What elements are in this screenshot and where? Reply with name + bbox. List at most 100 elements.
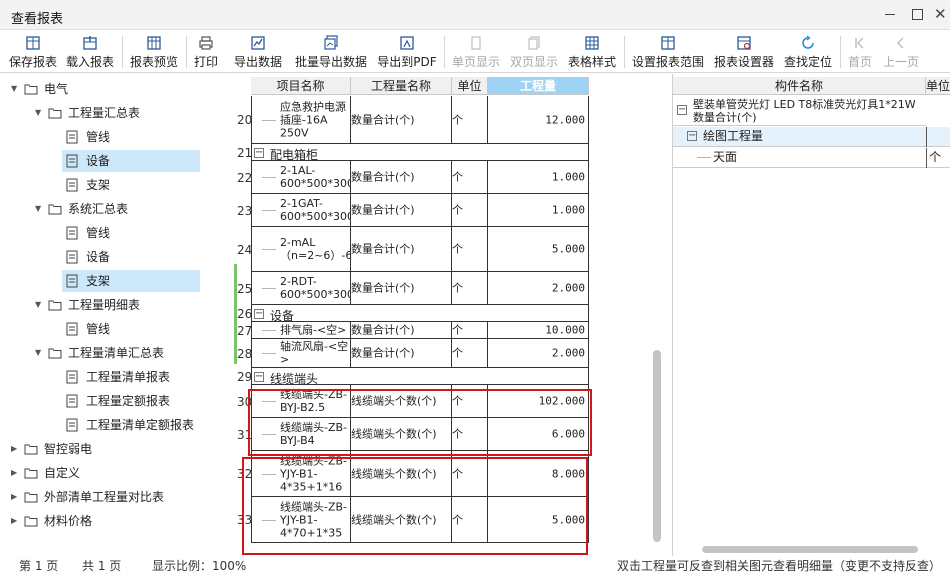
find-locate-button[interactable]: 查找定位 <box>780 31 836 73</box>
single-page-button[interactable]: 单页显示 <box>448 31 504 73</box>
print-button[interactable]: 打印 <box>190 31 222 73</box>
tree-node[interactable]: ▼ 工程量清单汇总表 <box>0 342 230 364</box>
chevron-down-icon[interactable]: ▼ <box>35 198 45 220</box>
tree-node[interactable]: 工程量清单报表 <box>0 366 230 388</box>
tree-node[interactable]: 管线 <box>0 126 230 148</box>
cell-quantity-name[interactable]: 数量合计(个) <box>351 194 452 227</box>
folder-icon <box>24 468 38 479</box>
prev-page-button[interactable]: 上一页 <box>880 31 922 73</box>
chevron-right-icon[interactable]: ▶ <box>11 510 21 532</box>
collapse-toggle-icon[interactable]: − <box>254 371 264 382</box>
grid-vertical-scrollbar[interactable] <box>653 350 661 542</box>
cell-quantity[interactable]: 5.000 <box>488 227 589 272</box>
cell-quantity[interactable]: 10.000 <box>488 322 589 339</box>
cell-item-name[interactable]: 应急救护电源插座-16A 250V <box>251 96 351 144</box>
report-range-button[interactable]: 设置报表范围 <box>628 31 708 73</box>
tree-node[interactable]: 工程量定额报表 <box>0 390 230 412</box>
tree-node[interactable]: ▶ 自定义 <box>0 462 230 484</box>
cell-unit[interactable]: 个 <box>452 272 488 305</box>
chevron-right-icon[interactable]: ▶ <box>11 486 21 508</box>
detail-horizontal-scrollbar[interactable] <box>702 546 918 553</box>
chevron-down-icon[interactable]: ▼ <box>35 342 45 364</box>
row-number: 29 <box>237 369 253 384</box>
collapse-toggle-icon[interactable]: − <box>254 308 264 319</box>
cell-quantity-name[interactable]: 数量合计(个) <box>351 339 452 368</box>
cell-quantity[interactable]: 2.000 <box>488 272 589 305</box>
cell-quantity[interactable]: 1.000 <box>488 161 589 194</box>
toolbar-separator <box>444 36 445 68</box>
cell-unit[interactable]: 个 <box>452 96 488 144</box>
batch-export-button[interactable]: 批量导出数据 <box>292 31 370 73</box>
cell-unit[interactable]: 个 <box>452 227 488 272</box>
col-header-item-name[interactable]: 项目名称 <box>251 77 351 95</box>
tree-node[interactable]: ▶ 智控弱电 <box>0 438 230 460</box>
tree-node[interactable]: 设备 <box>62 150 200 172</box>
first-page-button[interactable]: 首页 <box>844 31 876 73</box>
minimize-button[interactable] <box>882 6 898 22</box>
cell-quantity-name[interactable]: 数量合计(个) <box>351 161 452 194</box>
cell-unit[interactable]: 个 <box>452 322 488 339</box>
group-row[interactable]: − 线缆端头 <box>251 368 589 386</box>
cell-item-name[interactable]: 2-RDT-600*500*300 <box>251 272 351 305</box>
tree-node[interactable]: 管线 <box>0 222 230 244</box>
cell-quantity-name[interactable]: 数量合计(个) <box>351 272 452 305</box>
cell-item-name[interactable]: 2-1AL-600*500*300 <box>251 161 351 194</box>
group-row[interactable]: − 设备 <box>251 305 589 323</box>
tree-node[interactable]: 支架 <box>0 174 230 196</box>
report-designer-button[interactable]: 报表设置器 <box>710 31 778 73</box>
chevron-down-icon[interactable]: ▼ <box>35 102 45 124</box>
col-header-detail-unit[interactable]: 单位 <box>926 77 950 95</box>
detail-row[interactable]: − 绘图工程量 <box>673 127 950 147</box>
group-row[interactable]: − 配电箱柜 <box>251 144 589 162</box>
tree-node[interactable]: ▼ 系统汇总表 <box>0 198 230 220</box>
cell-unit[interactable]: 个 <box>452 339 488 368</box>
double-page-button[interactable]: 双页显示 <box>506 31 562 73</box>
cell-unit[interactable]: 个 <box>452 194 488 227</box>
close-button[interactable]: ✕ <box>934 6 950 22</box>
zoom-level-text: 显示比例：100% <box>152 559 247 572</box>
cell-item-name[interactable]: 2-mAL（n=2~6）-600*500*300 <box>251 227 351 272</box>
detail-row[interactable]: − 壁装单管荧光灯 LED T8标准荧光灯具1*21W 数量合计(个) <box>673 96 926 126</box>
cell-item-name[interactable]: 排气扇-<空> <box>251 322 351 339</box>
tree-node[interactable]: 管线 <box>0 318 230 340</box>
cell-quantity[interactable]: 2.000 <box>488 339 589 368</box>
cell-quantity-name[interactable]: 数量合计(个) <box>351 322 452 339</box>
chevron-down-icon[interactable]: ▼ <box>11 78 21 100</box>
folder-icon <box>24 84 38 95</box>
table-style-button[interactable]: 表格样式 <box>564 31 620 73</box>
cell-item-name[interactable]: 轴流风扇-<空> <box>251 339 351 368</box>
row-number: 24 <box>237 242 253 257</box>
col-header-component-name[interactable]: 构件名称 <box>673 77 926 95</box>
collapse-toggle-icon[interactable]: − <box>677 105 687 115</box>
collapse-toggle-icon[interactable]: − <box>254 147 264 158</box>
col-header-quantity[interactable]: 工程量 <box>488 77 589 95</box>
export-data-button[interactable]: 导出数据 <box>230 31 286 73</box>
tree-node[interactable]: 工程量清单定额报表 <box>0 414 230 436</box>
tree-node[interactable]: 设备 <box>0 246 230 268</box>
cell-quantity-name[interactable]: 数量合计(个) <box>351 227 452 272</box>
tree-node[interactable]: 支架 <box>62 270 200 292</box>
tree-node[interactable]: ▼ 工程量明细表 <box>0 294 230 316</box>
tree-node[interactable]: ▼ 工程量汇总表 <box>0 102 230 124</box>
load-report-button[interactable]: 载入报表 <box>62 31 118 73</box>
chevron-right-icon[interactable]: ▶ <box>11 438 21 460</box>
export-pdf-button[interactable]: 导出到PDF <box>374 31 440 73</box>
report-preview-button[interactable]: 报表预览 <box>126 31 182 73</box>
current-page-text: 第 1 页 <box>19 559 59 572</box>
detail-row[interactable]: 天面 个 <box>673 148 950 168</box>
chevron-right-icon[interactable]: ▶ <box>11 462 21 484</box>
collapse-toggle-icon[interactable]: − <box>687 131 697 141</box>
cell-quantity[interactable]: 1.000 <box>488 194 589 227</box>
tree-node[interactable]: ▶ 外部清单工程量对比表 <box>0 486 230 508</box>
tree-node[interactable]: ▼ 电气 <box>0 78 230 100</box>
col-header-unit[interactable]: 单位 <box>452 77 488 95</box>
tree-node[interactable]: ▶ 材料价格 <box>0 510 230 532</box>
cell-quantity[interactable]: 12.000 <box>488 96 589 144</box>
col-header-quantity-name[interactable]: 工程量名称 <box>351 77 452 95</box>
maximize-button[interactable] <box>909 6 925 22</box>
save-report-button[interactable]: 保存报表 <box>6 31 60 73</box>
cell-item-name[interactable]: 2-1GAT-600*500*300 <box>251 194 351 227</box>
chevron-down-icon[interactable]: ▼ <box>35 294 45 316</box>
cell-unit[interactable]: 个 <box>452 161 488 194</box>
cell-quantity-name[interactable]: 数量合计(个) <box>351 96 452 144</box>
